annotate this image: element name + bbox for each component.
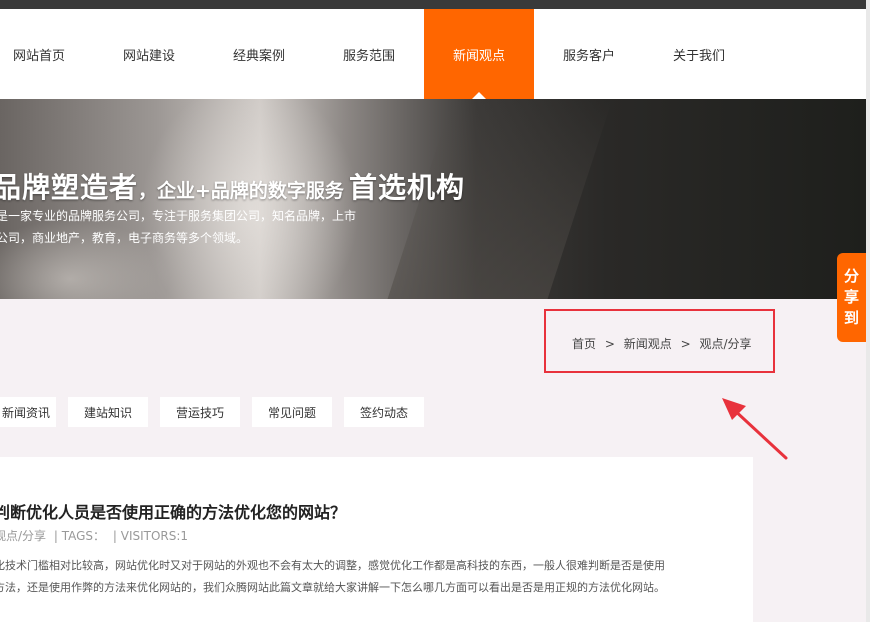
banner-subtext-line2: 公司，商业地产，教育，电子商务等多个领域。 (0, 231, 249, 245)
category-news[interactable]: 新闻资讯 (0, 397, 56, 427)
banner-subtext-line1: 是一家专业的品牌服务公司，专注于服务集团公司，知名品牌，上市 (0, 209, 357, 223)
nav-item-web-build[interactable]: 网站建设 (94, 9, 204, 99)
article-visitors: | VISITORS:1 (112, 529, 189, 543)
article-category[interactable]: 观点/分享 (0, 529, 46, 543)
scrollbar[interactable] (866, 0, 870, 622)
nav-item-news[interactable]: 新闻观点 (424, 9, 534, 99)
share-button[interactable]: 分 享 到 (837, 253, 866, 342)
nav-item-services[interactable]: 服务范围 (314, 9, 424, 99)
nav-item-cases[interactable]: 经典案例 (204, 9, 314, 99)
top-bar (0, 0, 866, 9)
annotation-highlight-box (544, 309, 775, 373)
article-excerpt-line1: 化技术门槛相对比较高，网站优化时又对于网站的外观也不会有太大的调整，感觉优化工作… (0, 559, 665, 572)
category-faq[interactable]: 常见问题 (252, 397, 332, 427)
category-site-knowledge[interactable]: 建站知识 (68, 397, 148, 427)
nav-item-about[interactable]: 关于我们 (644, 9, 754, 99)
annotation-arrow-icon (722, 398, 788, 460)
active-caret-icon (472, 92, 486, 99)
main-nav: 网站首页 网站建设 经典案例 服务范围 新闻观点 服务客户 关于我们 (0, 9, 866, 99)
nav-item-home[interactable]: 网站首页 (0, 9, 94, 99)
nav-item-clients[interactable]: 服务客户 (534, 9, 644, 99)
article-title[interactable]: 判断优化人员是否使用正确的方法优化您的网站？ (0, 499, 346, 523)
article-meta: 观点/分享 | TAGS： | VISITORS:1 (0, 527, 192, 544)
category-operation-tips[interactable]: 营运技巧 (160, 397, 240, 427)
banner-headline: 品牌塑造者，企业+品牌的数字服务 首选机构 (0, 171, 466, 204)
article-tags: | TAGS： (53, 529, 106, 543)
category-contracts[interactable]: 签约动态 (344, 397, 424, 427)
article-excerpt-line2: 方法，还是使用作弊的方法来优化网站的，我们众腾网站此篇文章就给大家讲解一下怎么哪… (0, 581, 665, 594)
